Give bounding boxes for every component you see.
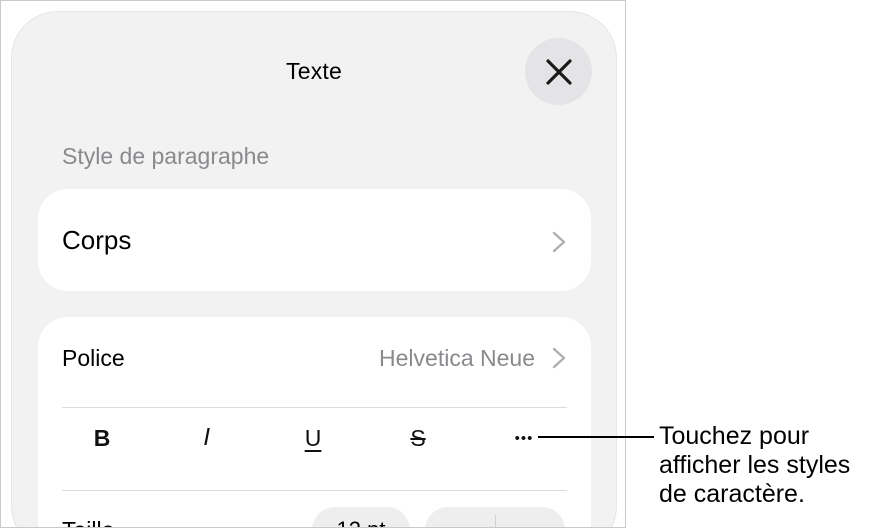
chevron-right-icon [552, 231, 566, 253]
paragraph-style-value: Corps [62, 225, 132, 255]
close-icon [545, 58, 572, 85]
font-settings-card: Police Helvetica Neue B I U S ••• Taille… [38, 317, 591, 527]
callout-line-1: Touchez pour [659, 422, 810, 450]
divider [62, 490, 567, 491]
underline-button[interactable]: U [283, 409, 343, 467]
font-row[interactable]: Police Helvetica Neue [38, 317, 591, 397]
paragraph-style-row[interactable]: Corps [38, 189, 591, 291]
chevron-right-icon [552, 347, 566, 369]
more-icon: ••• [514, 429, 534, 447]
callout-text: Touchez pour afficher les styles de cara… [659, 422, 850, 508]
size-stepper[interactable] [425, 507, 565, 527]
size-label: Taille [62, 517, 114, 527]
callout-line-2: afficher les styles [659, 450, 851, 479]
text-format-sheet: Texte Style de paragraphe Corps Police H… [12, 12, 616, 527]
callout-line-3: de caractère. [659, 479, 805, 508]
font-label: Police [62, 345, 125, 371]
stepper-divider [495, 515, 496, 527]
italic-button[interactable]: I [177, 409, 237, 467]
more-styles-button[interactable]: ••• [494, 409, 554, 467]
bold-button[interactable]: B [72, 409, 132, 467]
close-button[interactable] [525, 38, 592, 105]
callout-leader-line [538, 436, 654, 438]
paragraph-style-label: Style de paragraphe [62, 143, 270, 169]
strikethrough-button[interactable]: S [388, 409, 448, 467]
size-value: 12 pt [312, 507, 410, 527]
screenshot-frame: Texte Style de paragraphe Corps Police H… [0, 0, 626, 528]
font-value: Helvetica Neue [379, 345, 535, 371]
divider [62, 407, 567, 408]
